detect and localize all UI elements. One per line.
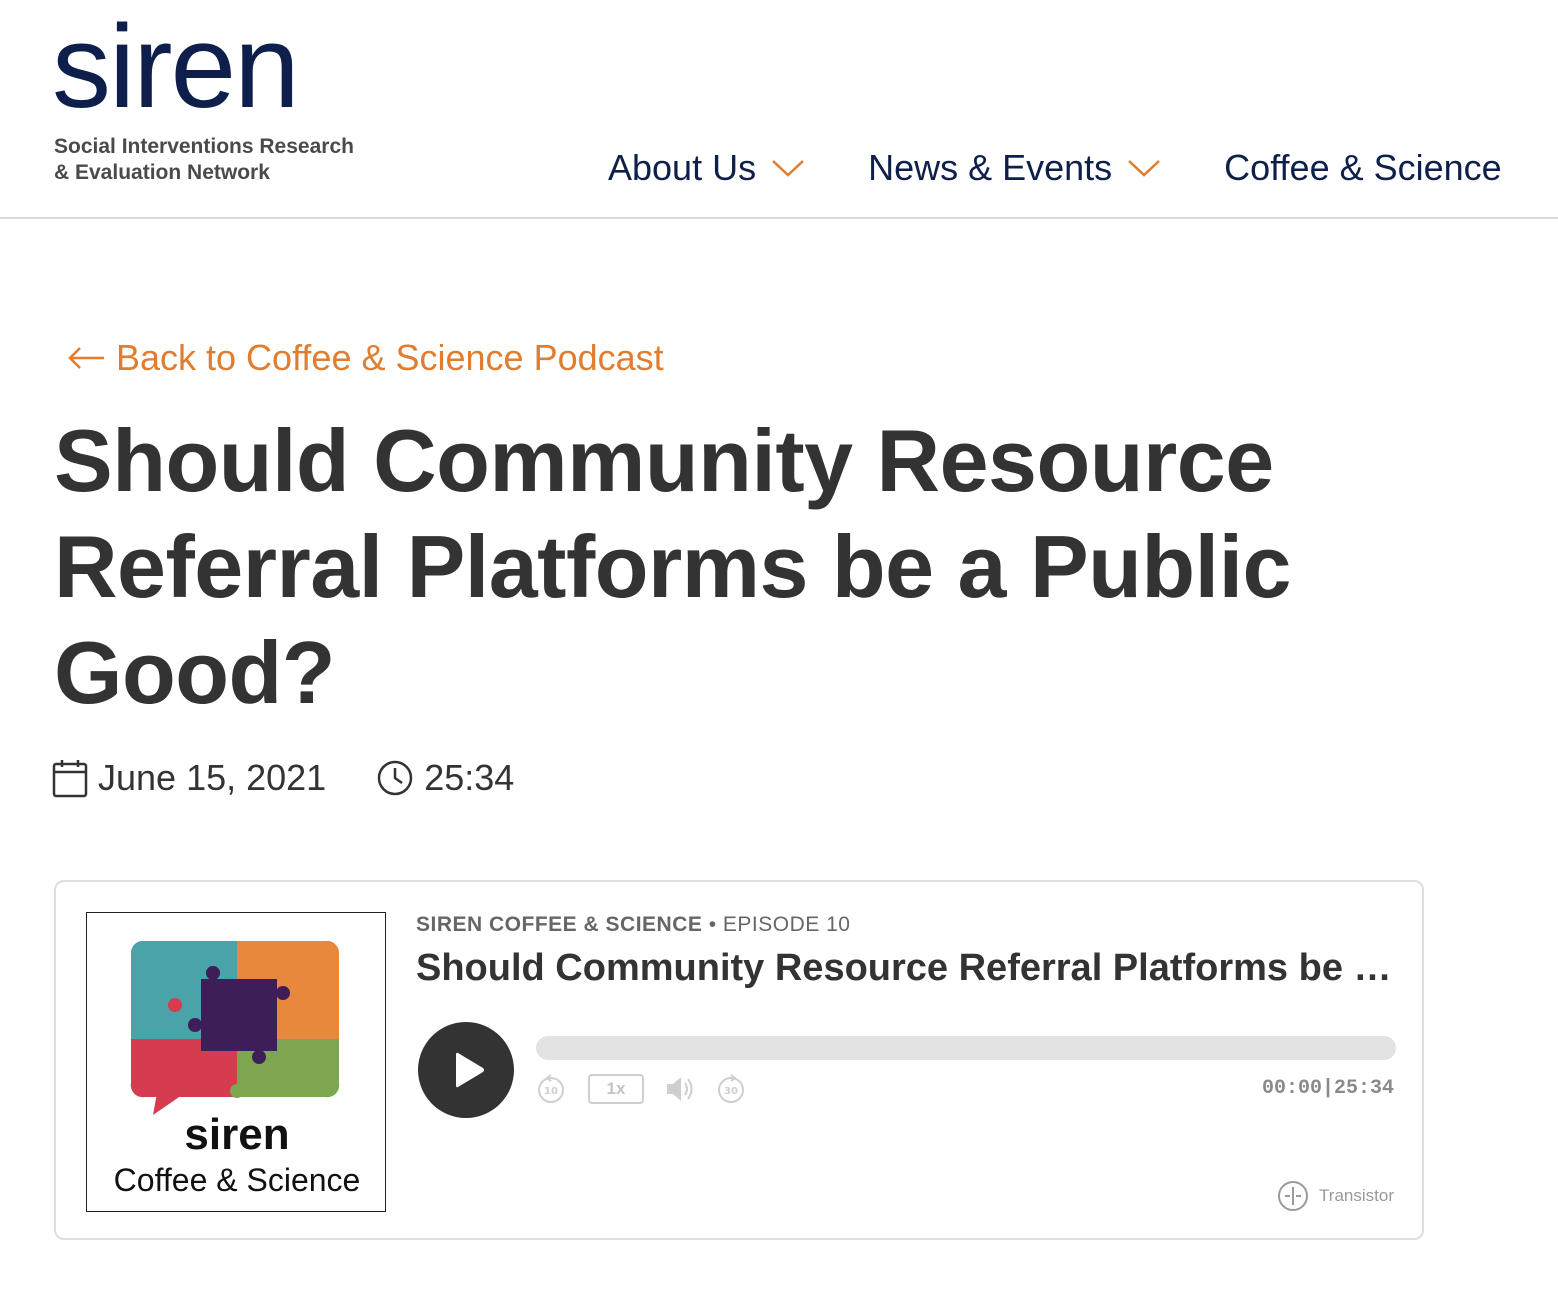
transistor-credit[interactable]: Transistor <box>1277 1180 1394 1212</box>
logo-subtitle: Social Interventions Research & Evaluati… <box>54 134 414 186</box>
current-time: 00:00 <box>1261 1077 1322 1100</box>
episode-duration: 25:34 <box>376 756 514 800</box>
artwork-subtitle: Coffee & Science <box>113 1162 361 1198</box>
publish-date: June 15, 2021 <box>52 756 326 800</box>
calendar-icon <box>52 760 88 798</box>
skip-forward-seconds: 30 <box>724 1086 738 1097</box>
skip-back-button[interactable]: 10 <box>536 1074 566 1109</box>
puzzle-logo-icon <box>130 940 340 1115</box>
back-link-label: Back to Coffee & Science Podcast <box>116 337 664 378</box>
episode-label: SIREN COFFEE & SCIENCE • EPISODE 10 <box>416 912 850 938</box>
episode-meta: June 15, 2021 25:34 <box>52 756 514 800</box>
nav-item-label: News & Events <box>868 147 1113 188</box>
chevron-down-icon <box>772 160 804 177</box>
volume-button[interactable] <box>664 1074 696 1109</box>
clock-icon <box>377 760 413 796</box>
page-title: Should Community Resource Referral Platf… <box>54 411 1291 722</box>
nav-item-news-events[interactable]: News & Events <box>868 146 1162 190</box>
logo-subtitle-line2: & Evaluation Network <box>54 161 270 184</box>
time-divider: | <box>1321 1077 1334 1100</box>
play-button[interactable] <box>418 1022 514 1118</box>
nav-item-about-us[interactable]: About Us <box>608 146 806 190</box>
arrow-left-icon <box>68 347 104 369</box>
episode-duration-text: 25:34 <box>424 757 515 798</box>
transistor-icon <box>1278 1181 1309 1211</box>
progress-bar[interactable] <box>536 1036 1396 1060</box>
forward-30-icon: 30 <box>718 1074 744 1103</box>
show-name: SIREN COFFEE & SCIENCE <box>416 913 703 936</box>
nav-item-label: About Us <box>608 147 757 188</box>
skip-back-seconds: 10 <box>544 1086 558 1097</box>
playback-rate-button[interactable]: 1x <box>588 1074 644 1104</box>
back-to-podcast-link[interactable]: Back to Coffee & Science Podcast <box>68 336 664 380</box>
skip-forward-button[interactable]: 30 <box>716 1074 746 1109</box>
logo-subtitle-line1: Social Interventions Research <box>54 135 354 158</box>
episode-artwork: siren Coffee & Science <box>86 912 386 1212</box>
siren-logo[interactable]: siren Social Interventions Research & Ev… <box>52 1 354 184</box>
episode-number: EPISODE 10 <box>722 913 851 936</box>
rewind-10-icon: 10 <box>538 1074 564 1103</box>
site-header: siren Social Interventions Research & Ev… <box>0 0 1558 219</box>
main-nav: About Us News & Events Coffee & Science <box>608 146 1502 190</box>
play-icon <box>456 1052 484 1088</box>
transistor-label: Transistor <box>1319 1186 1394 1205</box>
chevron-down-icon <box>1128 160 1161 177</box>
artwork-title: siren <box>184 1110 290 1159</box>
nav-item-coffee-science[interactable]: Coffee & Science <box>1224 146 1502 190</box>
page: siren Social Interventions Research & Ev… <box>0 0 1558 1312</box>
podcast-player: siren Coffee & Science SIREN COFFEE & SC… <box>54 880 1424 1240</box>
volume-icon <box>667 1077 693 1101</box>
nav-item-label: Coffee & Science <box>1224 147 1502 188</box>
logo-wordmark: siren <box>52 1 300 133</box>
total-time: 25:34 <box>1333 1077 1394 1100</box>
separator-dot: • <box>708 913 717 936</box>
publish-date-text: June 15, 2021 <box>98 757 327 798</box>
player-episode-title: Should Community Resource Referral Platf… <box>416 947 1396 989</box>
time-readout: 00:00|25:34 <box>1262 1076 1394 1102</box>
